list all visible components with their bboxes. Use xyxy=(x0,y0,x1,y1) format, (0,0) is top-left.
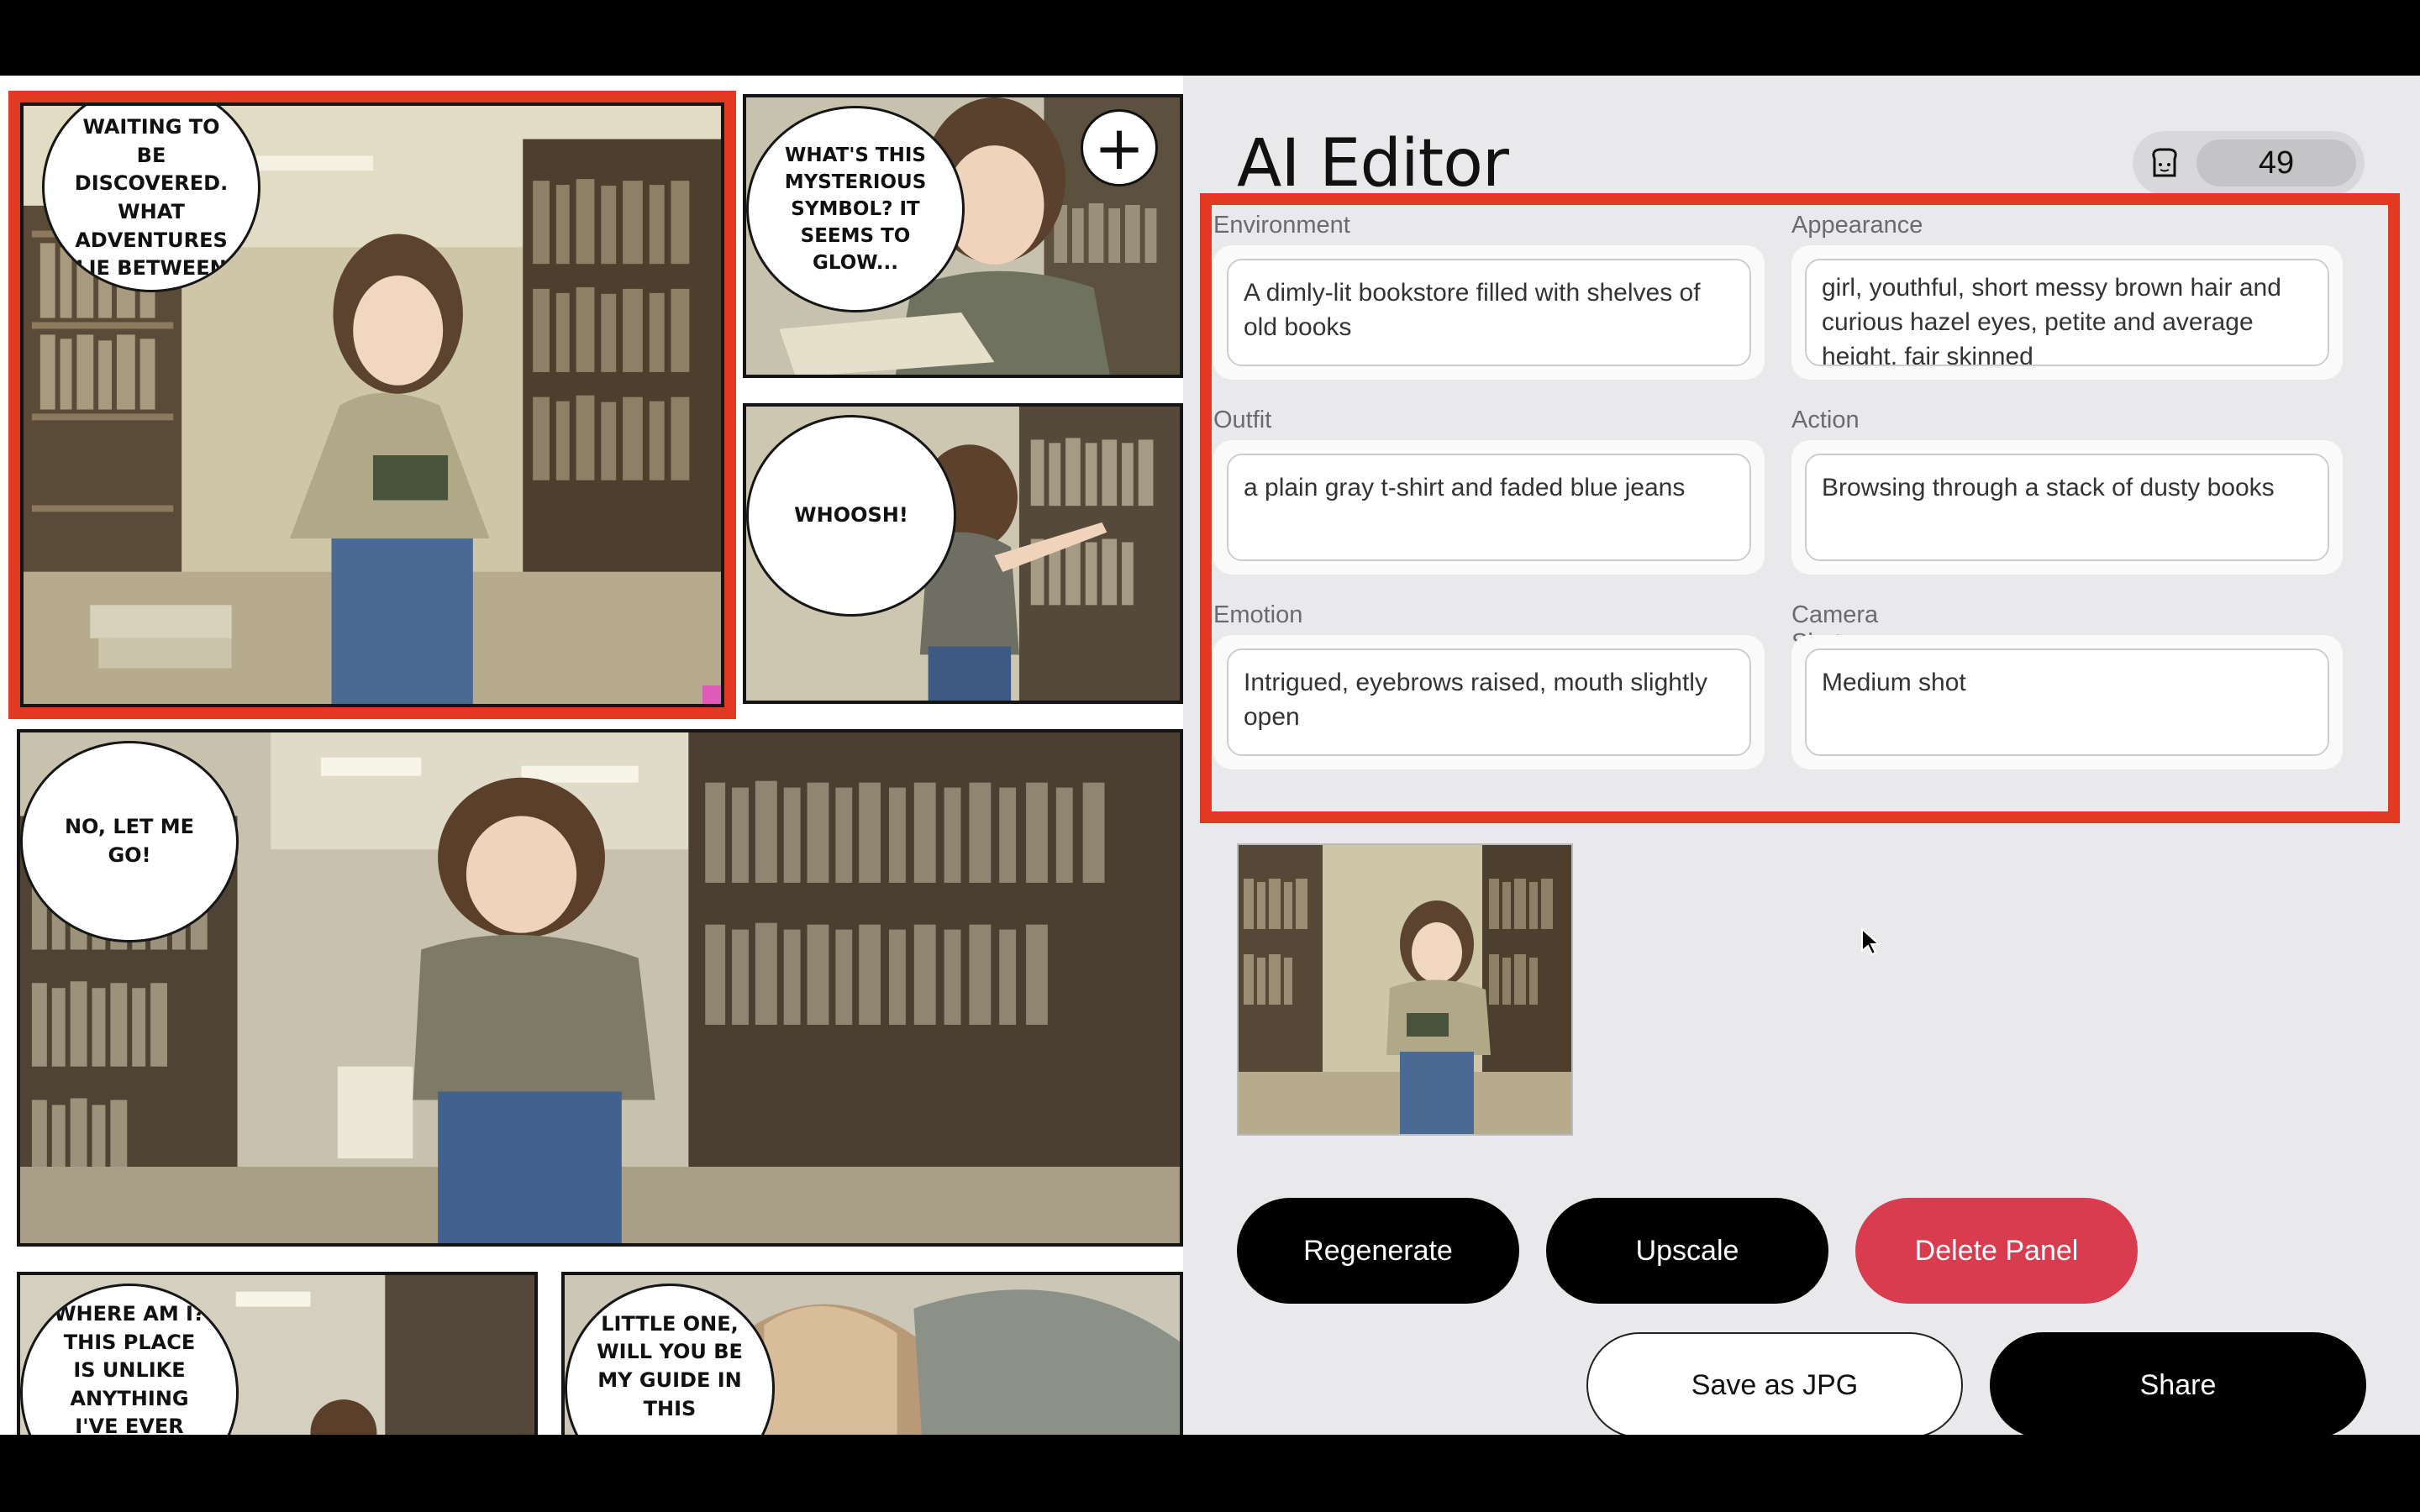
outfit-label: Outfit xyxy=(1213,407,1272,433)
comic-panel-2[interactable]: WHAT'S THIS MYSTERIOUS SYMBOL? IT SEEMS … xyxy=(743,94,1183,378)
comic-panel-4[interactable]: NO, LET ME GO! xyxy=(17,729,1183,1247)
save-as-jpg-button[interactable]: Save as JPG xyxy=(1586,1332,1963,1435)
camera-shot-input[interactable]: Medium shot xyxy=(1805,648,2329,756)
ai-editor-panel: AI Editor 49 Environment A dimly-lit boo… xyxy=(1183,76,2420,1435)
emotion-card: Intrigued, eyebrows raised, mouth slight… xyxy=(1213,635,1765,769)
credits-badge: 49 xyxy=(2133,131,2365,195)
app-window: WAITING TO BE DISCOVERED. WHAT ADVENTURE… xyxy=(0,76,2420,1435)
speech-bubble-panel-3: WHOOSH! xyxy=(746,415,956,617)
mouse-cursor-icon xyxy=(1861,927,1881,956)
action-label: Action xyxy=(1791,407,1860,433)
bread-icon xyxy=(2148,146,2181,180)
appearance-card: girl, youthful, short messy brown hair a… xyxy=(1791,245,2343,380)
outfit-card: a plain gray t-shirt and faded blue jean… xyxy=(1213,440,1765,575)
editor-title: AI Editor xyxy=(1237,126,1509,202)
speech-bubble-panel-4: NO, LET ME GO! xyxy=(20,741,239,942)
comic-page: WAITING TO BE DISCOVERED. WHAT ADVENTURE… xyxy=(0,76,1183,1435)
panel-preview-thumbnail xyxy=(1237,843,1573,1136)
appearance-label: Appearance xyxy=(1791,212,1923,239)
environment-input[interactable]: A dimly-lit bookstore filled with shelve… xyxy=(1227,259,1751,366)
delete-panel-button[interactable]: Delete Panel xyxy=(1855,1198,2138,1304)
camera-shot-card: Medium shot xyxy=(1791,635,2343,769)
outfit-input[interactable]: a plain gray t-shirt and faded blue jean… xyxy=(1227,454,1751,561)
preview-illustration xyxy=(1239,845,1571,1134)
action-input[interactable]: Browsing through a stack of dusty books xyxy=(1805,454,2329,561)
action-card: Browsing through a stack of dusty books xyxy=(1791,440,2343,575)
emotion-label: Emotion xyxy=(1213,601,1303,628)
plus-icon: + xyxy=(1093,113,1145,183)
prompt-fields-group: Environment A dimly-lit bookstore filled… xyxy=(1200,193,2400,823)
comic-panel-6[interactable]: LITTLE ONE, WILL YOU BE MY GUIDE IN THIS xyxy=(561,1272,1183,1435)
comic-panel-3[interactable]: WHOOSH! xyxy=(743,403,1183,704)
upscale-button[interactable]: Upscale xyxy=(1546,1198,1828,1304)
add-panel-button[interactable]: + xyxy=(1081,109,1158,186)
comic-panel-5[interactable]: WHERE AM I? THIS PLACE IS UNLIKE ANYTHIN… xyxy=(17,1272,538,1435)
speech-bubble-panel-2: WHAT'S THIS MYSTERIOUS SYMBOL? IT SEEMS … xyxy=(746,106,965,312)
environment-label: Environment xyxy=(1213,212,1350,239)
comic-panel-1[interactable]: WAITING TO BE DISCOVERED. WHAT ADVENTURE… xyxy=(8,91,736,719)
credits-count: 49 xyxy=(2196,139,2356,186)
panel-resize-handle[interactable] xyxy=(702,685,721,704)
share-button[interactable]: Share xyxy=(1990,1332,2366,1435)
appearance-input[interactable]: girl, youthful, short messy brown hair a… xyxy=(1805,259,2329,366)
environment-card: A dimly-lit bookstore filled with shelve… xyxy=(1213,245,1765,380)
regenerate-button[interactable]: Regenerate xyxy=(1237,1198,1519,1304)
emotion-input[interactable]: Intrigued, eyebrows raised, mouth slight… xyxy=(1227,648,1751,756)
